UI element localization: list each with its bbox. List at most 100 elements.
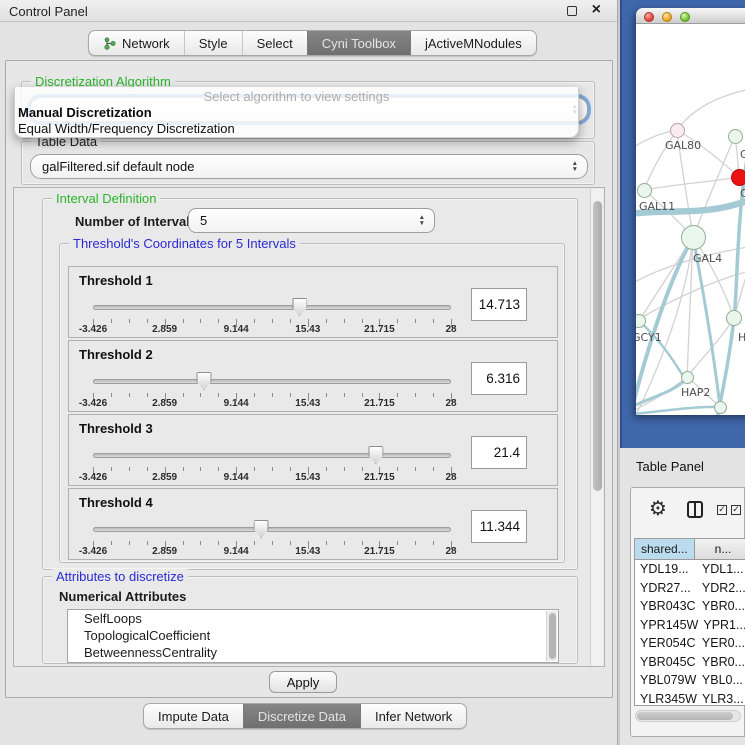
node-label: GAL80 — [665, 139, 701, 152]
threshold-row: Threshold 4 -3.4262.8599.14415.4321.7152… — [68, 488, 558, 560]
slider-thumb[interactable] — [196, 372, 211, 390]
table-row[interactable]: YBR043C YBR0... — [635, 597, 745, 616]
table-row[interactable]: YPR145W YPR1... — [635, 616, 745, 635]
table-cell[interactable]: YBL079W — [635, 671, 697, 690]
dropdown-placeholder-item[interactable]: Select algorithm to view settings — [15, 89, 578, 104]
apply-button[interactable]: Apply — [269, 671, 337, 693]
node-circle[interactable] — [670, 123, 685, 138]
float-window-icon[interactable] — [567, 6, 577, 16]
threshold-slider[interactable] — [93, 519, 451, 539]
tab-style[interactable]: Style — [184, 31, 242, 55]
horizontal-scrollbar[interactable] — [635, 710, 741, 722]
minimize-traffic-light[interactable] — [662, 12, 672, 22]
slider-track[interactable] — [93, 453, 451, 458]
threshold-slider[interactable] — [93, 445, 451, 465]
dropdown-item-manual-discretization[interactable]: Manual Discretization — [15, 105, 578, 120]
threshold-value-field[interactable]: 14.713 — [471, 288, 527, 321]
threshold-row: Threshold 1 -3.4262.8599.14415.4321.7152… — [68, 266, 558, 338]
table-cell[interactable]: YDL1... — [697, 560, 745, 579]
close-icon[interactable]: × — [592, 1, 601, 19]
network-view-window[interactable]: GAL80 GA C GAL11 GAL4 — [636, 8, 745, 415]
threshold-label: Threshold 1 — [79, 273, 153, 288]
attributes-group: Attributes to discretize Numerical Attri… — [42, 576, 578, 664]
combo-stepper-icon[interactable]: ▲▼ — [572, 161, 578, 173]
table-row[interactable]: YDL19... YDL1... — [635, 560, 745, 579]
column-header-name[interactable]: n... — [695, 539, 745, 559]
tab-infer-network[interactable]: Infer Network — [360, 704, 466, 728]
table-cell[interactable]: YBR045C — [635, 653, 697, 672]
table-row[interactable]: YLR345W YLR3... — [635, 690, 745, 707]
node-circle[interactable] — [731, 169, 745, 186]
scrollbar-thumb[interactable] — [549, 613, 556, 659]
tab-network[interactable]: Network — [89, 31, 184, 55]
node-circle[interactable] — [726, 310, 742, 326]
node-circle[interactable] — [714, 401, 727, 414]
network-canvas[interactable]: GAL80 GA C GAL11 GAL4 — [636, 24, 745, 415]
numerical-attributes-list[interactable]: SelfLoopsTopologicalCoefficientBetweenne… — [67, 609, 559, 663]
table-cell[interactable]: YBR043C — [635, 597, 697, 616]
column-header-shared-name[interactable]: shared... — [635, 539, 695, 559]
panel-title: Control Panel — [9, 4, 88, 19]
checkbox-icon[interactable]: ✓ — [731, 505, 741, 515]
tab-impute-data[interactable]: Impute Data — [144, 704, 243, 728]
threshold-slider[interactable] — [93, 297, 451, 317]
tab-discretize-data[interactable]: Discretize Data — [243, 704, 360, 728]
tab-select[interactable]: Select — [242, 31, 307, 55]
table-cell[interactable]: YLR345W — [635, 690, 697, 707]
tab-jactivemnodules[interactable]: jActiveMNodules — [410, 31, 536, 55]
attributes-scrollbar[interactable] — [546, 611, 557, 661]
list-item[interactable]: TopologicalCoefficient — [68, 627, 558, 644]
threshold-slider[interactable] — [93, 371, 451, 391]
combo-stepper-icon[interactable]: ▲▼ — [419, 215, 425, 227]
slider-track[interactable] — [93, 305, 451, 310]
node-circle[interactable] — [681, 225, 706, 250]
scrollbar-thumb[interactable] — [637, 712, 733, 720]
table-cell[interactable]: YBR0... — [697, 653, 745, 672]
list-item[interactable]: BetweennessCentrality — [68, 644, 558, 661]
scrollbar-thumb[interactable] — [593, 201, 602, 491]
slider-thumb[interactable] — [368, 446, 383, 464]
table-panel: ⚙ ✓ ✓ shared... n... YDL19... YDL1... YD… — [630, 487, 745, 737]
table-cell[interactable]: YDR27... — [635, 579, 697, 598]
threshold-list: Threshold 1 -3.4262.8599.14415.4321.7152… — [68, 266, 558, 562]
node-label: GAL11 — [639, 200, 675, 213]
threshold-value-field[interactable]: 21.4 — [471, 436, 527, 469]
slider-thumb[interactable] — [254, 520, 269, 538]
tab-cyni-toolbox[interactable]: Cyni Toolbox — [307, 31, 410, 55]
slider-thumb[interactable] — [292, 298, 307, 316]
dropdown-item-equal-width[interactable]: Equal Width/Frequency Discretization — [15, 121, 578, 136]
zoom-traffic-light[interactable] — [680, 12, 690, 22]
slider-track[interactable] — [93, 527, 451, 532]
threshold-value-field[interactable]: 11.344 — [471, 510, 527, 543]
list-item[interactable]: SelfLoops — [68, 610, 558, 627]
table-cell[interactable]: YER054C — [635, 634, 697, 653]
table-data-combo[interactable]: galFiltered.sif default node ▲▼ — [30, 154, 588, 179]
table-cell[interactable]: YDL19... — [635, 560, 697, 579]
threshold-value-field[interactable]: 6.316 — [471, 362, 527, 395]
close-traffic-light[interactable] — [644, 12, 654, 22]
table-cell[interactable]: YPR145W — [635, 616, 698, 635]
table-row[interactable]: YBL079W YBL0... — [635, 671, 745, 690]
slider-track[interactable] — [93, 379, 451, 384]
slider-axis: -3.4262.8599.14415.4321.71528 — [93, 472, 451, 484]
table-row[interactable]: YER054C YER0... — [635, 634, 745, 653]
table-cell[interactable]: YBL0... — [697, 671, 745, 690]
number-of-intervals-combo[interactable]: 5 ▲▼ — [188, 208, 435, 233]
table-cell[interactable]: YBR0... — [697, 597, 745, 616]
table-cell[interactable]: YLR3... — [697, 690, 745, 707]
table-row[interactable]: YDR27... YDR2... — [635, 579, 745, 598]
gear-icon[interactable]: ⚙ — [649, 496, 667, 520]
vertical-scrollbar[interactable] — [590, 189, 603, 666]
network-window-titlebar[interactable] — [636, 8, 745, 24]
table-cell[interactable]: YDR2... — [697, 579, 745, 598]
node-circle[interactable] — [637, 183, 652, 198]
table-cell[interactable]: YPR1... — [698, 616, 745, 635]
table-cell[interactable]: YER0... — [697, 634, 745, 653]
node-circle[interactable] — [681, 371, 694, 384]
node-label: H — [738, 331, 745, 344]
checkbox-icon[interactable]: ✓ — [717, 505, 727, 515]
columns-icon[interactable] — [687, 501, 703, 518]
table-row[interactable]: YBR045C YBR0... — [635, 653, 745, 672]
node-circle[interactable] — [728, 129, 743, 144]
tab-label: Cyni Toolbox — [322, 36, 396, 51]
